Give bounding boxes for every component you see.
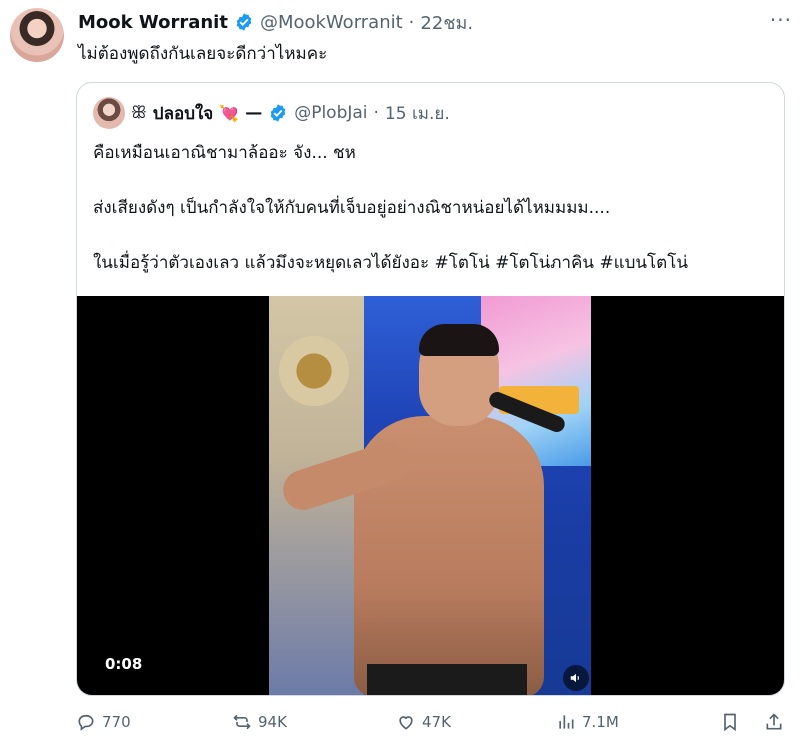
bookmark-button[interactable]	[720, 712, 740, 732]
views-count: 7.1M	[582, 713, 619, 731]
video-frame	[269, 296, 591, 695]
share-icon	[766, 713, 782, 730]
share-button[interactable]	[764, 712, 784, 732]
quote-verified-badge-icon	[270, 104, 286, 122]
quote-paragraph: ส่งเสียงดังๆ เป็นกำลังใจให้กับคนที่เจ็บอ…	[93, 198, 611, 218]
quote-author-name[interactable]: ปลอบใจ	[153, 100, 213, 127]
views-button[interactable]: 7.1M	[556, 712, 619, 732]
author-handle[interactable]: @MookWorranit	[260, 12, 403, 33]
quote-separator-dot: ·	[373, 103, 379, 123]
heart-icon	[399, 716, 413, 730]
performer-shorts	[367, 664, 527, 695]
performer-head	[419, 324, 499, 426]
quote-paragraph: ในเมื่อรู้ว่าตัวเองเลว แล้วมึงจะหยุดเลวไ…	[93, 253, 688, 273]
quoted-tweet-card[interactable]: ꕥ ปลอบใจ 💘 — @PlobJai · 15 เม.ย. คือเหมื…	[76, 82, 785, 696]
quote-author-handle[interactable]: @PlobJai	[294, 103, 367, 123]
separator-dot: ·	[408, 11, 415, 33]
reply-icon	[78, 714, 94, 731]
quote-header: ꕥ ปลอบใจ 💘 — @PlobJai · 15 เม.ย.	[93, 97, 450, 129]
heart-emoji-icon: 💘	[219, 103, 240, 123]
video-duration: 0:08	[105, 655, 143, 673]
quote-timestamp[interactable]: 15 เม.ย.	[385, 100, 450, 127]
video-player[interactable]: 0:08	[77, 296, 784, 695]
retweet-button[interactable]: 94K	[232, 712, 287, 732]
views-chart-icon	[559, 715, 574, 729]
volume-icon[interactable]	[563, 665, 589, 691]
bookmark-icon	[724, 713, 736, 732]
retweet-icon	[233, 714, 251, 730]
author-name[interactable]: Mook Worranit	[78, 12, 228, 33]
more-options-icon[interactable]: ···	[770, 8, 792, 32]
quote-paragraph: คือเหมือนเอาณิชามาล้ออะ จัง... ชห	[93, 143, 356, 163]
name-dash: —	[245, 103, 263, 123]
author-avatar[interactable]	[10, 8, 64, 62]
reply-button[interactable]: 770	[76, 712, 131, 732]
speaker-icon	[570, 673, 579, 683]
like-button[interactable]: 47K	[396, 712, 451, 732]
quote-author-avatar[interactable]	[93, 97, 125, 129]
like-count: 47K	[422, 713, 451, 731]
quote-name-prefix: ꕥ	[131, 103, 147, 123]
tweet-timestamp[interactable]: 22ชม.	[420, 8, 473, 37]
tweet-text: ไม่ต้องพูดถึงกันเลยจะดีกว่าไหมคะ	[78, 44, 328, 64]
tweet-header: Mook Worranit @MookWorranit · 22ชม.	[78, 10, 790, 34]
retweet-count: 94K	[258, 713, 287, 731]
reply-count: 770	[102, 713, 131, 731]
verified-badge-icon	[236, 13, 252, 31]
tweet-actions-bar: 770 94K 47K 7.1M	[76, 712, 788, 740]
quote-text: คือเหมือนเอาณิชามาล้ออะ จัง... ชห ส่งเสี…	[93, 139, 688, 278]
